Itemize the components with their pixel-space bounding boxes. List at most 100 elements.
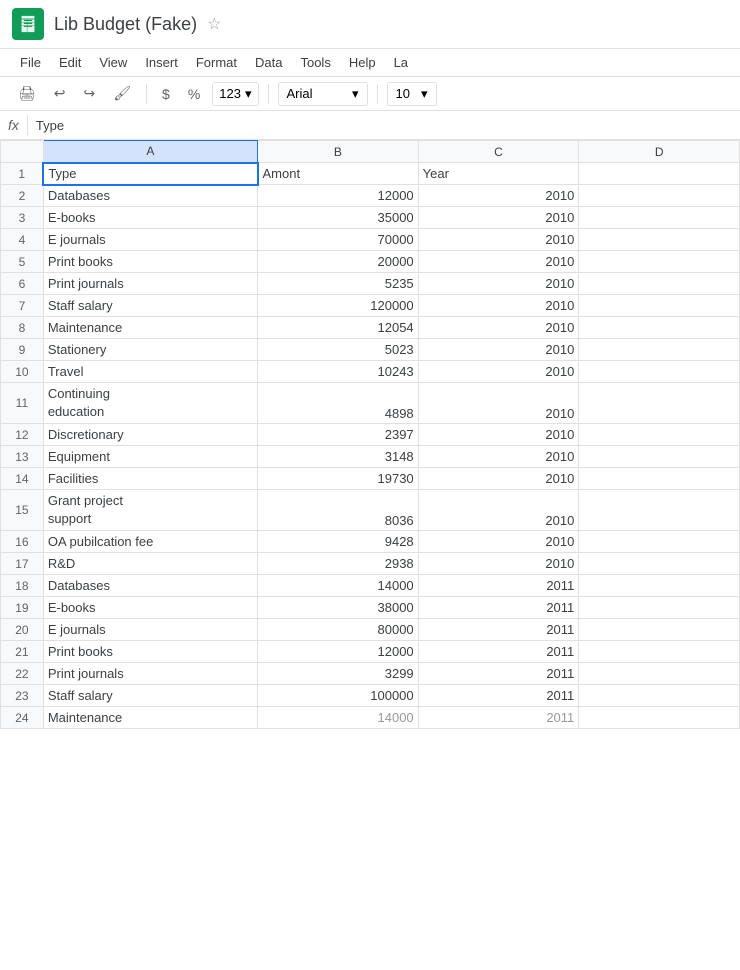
cell-amount[interactable]: 5235 bbox=[258, 273, 419, 295]
cell-amount[interactable]: 19730 bbox=[258, 468, 419, 490]
cell-d[interactable] bbox=[579, 163, 740, 185]
cell-amount[interactable]: 9428 bbox=[258, 531, 419, 553]
cell-year[interactable]: 2010 bbox=[418, 273, 579, 295]
cell-year[interactable]: 2011 bbox=[418, 641, 579, 663]
cell-amount[interactable]: 12000 bbox=[258, 185, 419, 207]
cell-year[interactable]: 2010 bbox=[418, 424, 579, 446]
menu-la[interactable]: La bbox=[386, 51, 416, 74]
cell-amount[interactable]: 14000 bbox=[258, 575, 419, 597]
cell-d[interactable] bbox=[579, 685, 740, 707]
cell-d[interactable] bbox=[579, 295, 740, 317]
cell-type[interactable]: Discretionary bbox=[43, 424, 257, 446]
cell-d[interactable] bbox=[579, 317, 740, 339]
cell-year[interactable]: 2010 bbox=[418, 339, 579, 361]
cell-d[interactable] bbox=[579, 553, 740, 575]
cell-type[interactable]: Print journals bbox=[43, 273, 257, 295]
number-format-dropdown[interactable]: 123 ▾ bbox=[212, 82, 258, 106]
cell-year[interactable]: 2010 bbox=[418, 207, 579, 229]
cell-year[interactable]: Year bbox=[418, 163, 579, 185]
col-header-b[interactable]: B bbox=[258, 141, 419, 163]
cell-type[interactable]: Facilities bbox=[43, 468, 257, 490]
font-size-dropdown[interactable]: 10 ▾ bbox=[387, 82, 437, 106]
menu-edit[interactable]: Edit bbox=[51, 51, 89, 74]
cell-d[interactable] bbox=[579, 446, 740, 468]
cell-amount[interactable]: 100000 bbox=[258, 685, 419, 707]
paint-format-button[interactable]: 🖌 bbox=[107, 81, 137, 106]
cell-amount[interactable]: 3148 bbox=[258, 446, 419, 468]
cell-amount[interactable]: 5023 bbox=[258, 339, 419, 361]
cell-d[interactable] bbox=[579, 663, 740, 685]
cell-type[interactable]: Maintenance bbox=[43, 707, 257, 729]
cell-type[interactable]: Continuing education bbox=[43, 383, 257, 424]
cell-d[interactable] bbox=[579, 575, 740, 597]
currency-button[interactable]: $ bbox=[156, 82, 176, 106]
cell-type[interactable]: OA pubilcation fee bbox=[43, 531, 257, 553]
menu-data[interactable]: Data bbox=[247, 51, 290, 74]
cell-type[interactable]: R&D bbox=[43, 553, 257, 575]
cell-d[interactable] bbox=[579, 707, 740, 729]
cell-type[interactable]: E-books bbox=[43, 597, 257, 619]
cell-d[interactable] bbox=[579, 641, 740, 663]
cell-d[interactable] bbox=[579, 339, 740, 361]
cell-type[interactable]: Print journals bbox=[43, 663, 257, 685]
cell-amount[interactable]: 80000 bbox=[258, 619, 419, 641]
cell-type[interactable]: Staff salary bbox=[43, 295, 257, 317]
cell-type[interactable]: Databases bbox=[43, 575, 257, 597]
cell-amount[interactable]: 38000 bbox=[258, 597, 419, 619]
cell-type[interactable]: E journals bbox=[43, 229, 257, 251]
cell-year[interactable]: 2010 bbox=[418, 446, 579, 468]
cell-amount[interactable]: 8036 bbox=[258, 490, 419, 531]
undo-button[interactable]: ↩ bbox=[48, 81, 72, 106]
percent-button[interactable]: % bbox=[182, 82, 206, 106]
cell-type[interactable]: E-books bbox=[43, 207, 257, 229]
cell-type[interactable]: Print books bbox=[43, 251, 257, 273]
cell-d[interactable] bbox=[579, 273, 740, 295]
cell-year[interactable]: 2010 bbox=[418, 251, 579, 273]
redo-button[interactable]: ↪ bbox=[78, 81, 102, 106]
cell-amount[interactable]: 20000 bbox=[258, 251, 419, 273]
cell-year[interactable]: 2010 bbox=[418, 295, 579, 317]
font-family-dropdown[interactable]: Arial ▾ bbox=[278, 82, 368, 106]
cell-type[interactable]: Equipment bbox=[43, 446, 257, 468]
cell-year[interactable]: 2010 bbox=[418, 229, 579, 251]
cell-amount[interactable]: 2397 bbox=[258, 424, 419, 446]
cell-amount[interactable]: 2938 bbox=[258, 553, 419, 575]
cell-d[interactable] bbox=[579, 468, 740, 490]
col-header-c[interactable]: C bbox=[418, 141, 579, 163]
cell-year[interactable]: 2010 bbox=[418, 185, 579, 207]
menu-format[interactable]: Format bbox=[188, 51, 245, 74]
cell-d[interactable] bbox=[579, 597, 740, 619]
col-header-a[interactable]: A bbox=[43, 141, 257, 163]
cell-d[interactable] bbox=[579, 251, 740, 273]
cell-type[interactable]: Staff salary bbox=[43, 685, 257, 707]
menu-insert[interactable]: Insert bbox=[137, 51, 186, 74]
cell-amount[interactable]: 35000 bbox=[258, 207, 419, 229]
cell-year[interactable]: 2011 bbox=[418, 685, 579, 707]
cell-year[interactable]: 2010 bbox=[418, 317, 579, 339]
cell-amount[interactable]: 12000 bbox=[258, 641, 419, 663]
menu-view[interactable]: View bbox=[91, 51, 135, 74]
cell-type[interactable]: Type bbox=[43, 163, 257, 185]
cell-amount[interactable]: 4898 bbox=[258, 383, 419, 424]
cell-year[interactable]: 2010 bbox=[418, 553, 579, 575]
cell-type[interactable]: Print books bbox=[43, 641, 257, 663]
menu-help[interactable]: Help bbox=[341, 51, 384, 74]
cell-year[interactable]: 2010 bbox=[418, 490, 579, 531]
cell-year[interactable]: 2010 bbox=[418, 361, 579, 383]
cell-amount[interactable]: Amont bbox=[258, 163, 419, 185]
cell-year[interactable]: 2011 bbox=[418, 707, 579, 729]
cell-d[interactable] bbox=[579, 207, 740, 229]
cell-d[interactable] bbox=[579, 490, 740, 531]
col-header-d[interactable]: D bbox=[579, 141, 740, 163]
cell-d[interactable] bbox=[579, 424, 740, 446]
cell-d[interactable] bbox=[579, 531, 740, 553]
cell-year[interactable]: 2010 bbox=[418, 531, 579, 553]
cell-d[interactable] bbox=[579, 185, 740, 207]
cell-amount[interactable]: 120000 bbox=[258, 295, 419, 317]
cell-type[interactable]: Grant project support bbox=[43, 490, 257, 531]
cell-amount[interactable]: 10243 bbox=[258, 361, 419, 383]
cell-year[interactable]: 2011 bbox=[418, 663, 579, 685]
cell-type[interactable]: Maintenance bbox=[43, 317, 257, 339]
cell-amount[interactable]: 3299 bbox=[258, 663, 419, 685]
cell-type[interactable]: Travel bbox=[43, 361, 257, 383]
